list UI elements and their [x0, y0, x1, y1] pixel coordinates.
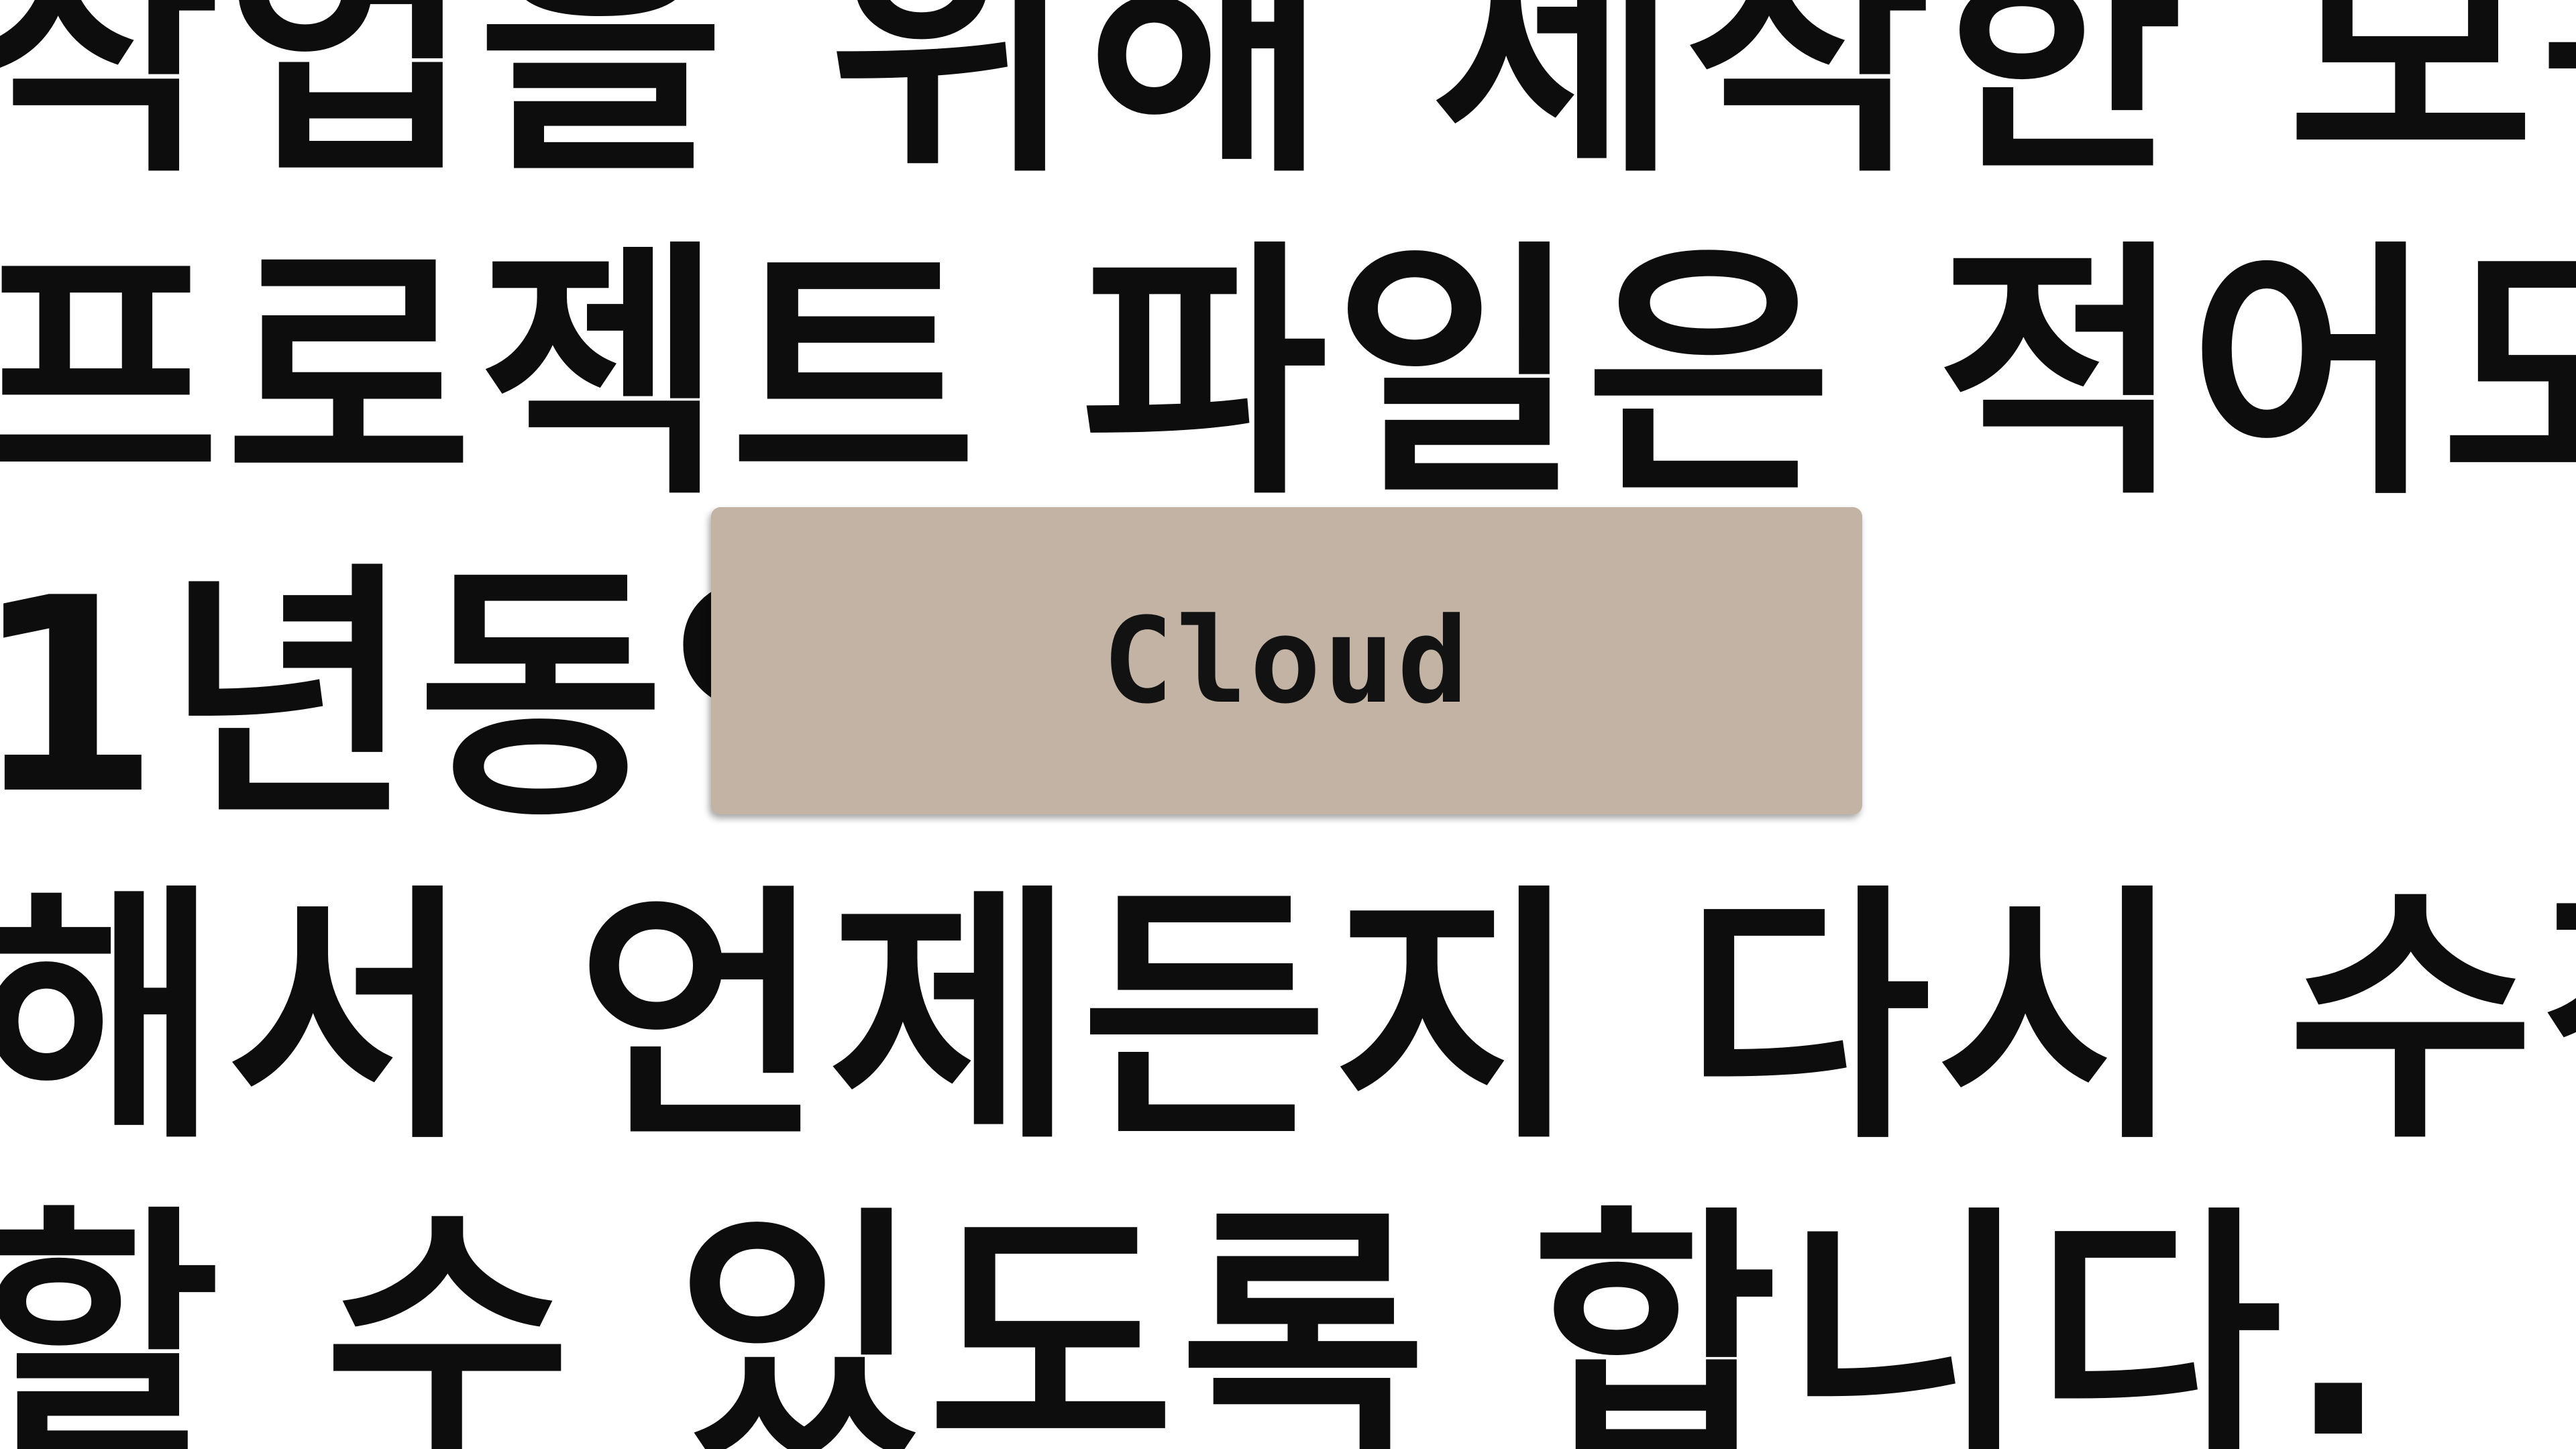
text-line-5: 할 수 있도록 합니다. [0, 1185, 2395, 1449]
cloud-overlay-card: Cloud [711, 507, 1862, 814]
screen: 작업을 위해 제작한 모든 프로젝트 파일은 적어도 1년동안 보관을 해서 언… [0, 0, 2576, 1449]
text-line-2: 프로젝트 파일은 적어도 [0, 219, 2576, 531]
cloud-label: Cloud [1102, 592, 1471, 730]
text-line-1: 작업을 위해 제작한 모든 [0, 0, 2576, 209]
text-line-4: 해서 언제든지 다시 수정 [0, 863, 2576, 1175]
